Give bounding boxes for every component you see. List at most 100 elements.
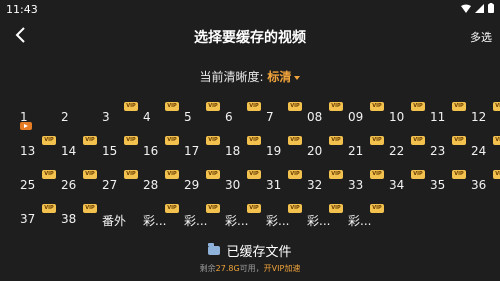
episode-item[interactable]: 彩... VIP bbox=[348, 204, 388, 234]
vip-badge: VIP bbox=[370, 136, 384, 145]
episode-item[interactable]: 彩... VIP bbox=[307, 204, 347, 234]
vip-badge: VIP bbox=[452, 136, 466, 145]
episode-item[interactable]: 彩... VIP bbox=[225, 204, 265, 234]
episode-item[interactable]: 2 bbox=[61, 102, 101, 132]
episode-label: 30 bbox=[225, 178, 241, 192]
vip-badge: VIP bbox=[452, 102, 466, 111]
episode-label: 20 bbox=[307, 144, 323, 158]
episode-label: 29 bbox=[184, 178, 200, 192]
episode-item[interactable]: 26 VIP bbox=[61, 170, 101, 200]
storage-middle: 可用， bbox=[239, 264, 264, 273]
episode-item[interactable]: 38 VIP bbox=[61, 204, 101, 234]
episode-item[interactable]: 17 VIP bbox=[184, 136, 224, 166]
episode-item[interactable]: 29 VIP bbox=[184, 170, 224, 200]
episode-label: 34 bbox=[389, 178, 405, 192]
episode-label: 彩... bbox=[266, 214, 290, 228]
cached-files-button[interactable]: 已缓存文件 bbox=[0, 241, 500, 260]
episode-label: 16 bbox=[143, 144, 159, 158]
vip-badge: VIP bbox=[247, 136, 261, 145]
episode-item[interactable]: 23 VIP bbox=[430, 136, 470, 166]
episode-item[interactable]: 18 VIP bbox=[225, 136, 265, 166]
vip-badge: VIP bbox=[206, 102, 220, 111]
episode-item[interactable]: 25 VIP bbox=[20, 170, 60, 200]
vip-badge: VIP bbox=[329, 170, 343, 179]
episode-item[interactable]: 22 VIP bbox=[389, 136, 429, 166]
vip-badge: VIP bbox=[370, 204, 384, 213]
vip-badge: VIP bbox=[83, 204, 97, 213]
vip-badge: VIP bbox=[165, 136, 179, 145]
vip-badge: VIP bbox=[411, 136, 425, 145]
episode-item[interactable]: 彩... VIP bbox=[266, 204, 306, 234]
episode-item[interactable]: 32 VIP bbox=[307, 170, 347, 200]
vip-badge: VIP bbox=[42, 136, 56, 145]
episode-item[interactable]: 08 VIP bbox=[307, 102, 347, 132]
vip-badge: VIP bbox=[329, 204, 343, 213]
episode-label: 11 bbox=[430, 110, 446, 124]
episode-label: 21 bbox=[348, 144, 364, 158]
episode-item[interactable]: 28 VIP bbox=[143, 170, 183, 200]
vip-badge: VIP bbox=[165, 204, 179, 213]
episode-item[interactable]: 19 VIP bbox=[266, 136, 306, 166]
vip-badge: VIP bbox=[452, 170, 466, 179]
episode-item[interactable]: 16 VIP bbox=[143, 136, 183, 166]
episode-label: 27 bbox=[102, 178, 118, 192]
episode-item[interactable]: 33 VIP bbox=[348, 170, 388, 200]
episode-label: 24 bbox=[471, 144, 487, 158]
vip-badge: VIP bbox=[493, 136, 500, 145]
episode-item[interactable]: 12 VIP bbox=[471, 102, 500, 132]
vip-badge: VIP bbox=[411, 170, 425, 179]
episode-item[interactable]: 24 VIP bbox=[471, 136, 500, 166]
episode-item[interactable]: 35 VIP bbox=[430, 170, 470, 200]
episode-grid: 1 2 3 VIP 4 VIP 5 VIP 6 VIP 7 VIP 08 VIP 09 VIP 10 VIP 11 V… bbox=[0, 0, 500, 281]
episode-item[interactable]: 番外 bbox=[102, 204, 142, 234]
episode-item[interactable]: 13 VIP bbox=[20, 136, 60, 166]
episode-item[interactable]: 27 VIP bbox=[102, 170, 142, 200]
episode-item[interactable]: 4 VIP bbox=[143, 102, 183, 132]
episode-item[interactable]: 3 VIP bbox=[102, 102, 142, 132]
vip-badge: VIP bbox=[206, 204, 220, 213]
now-playing-icon bbox=[20, 122, 32, 130]
vip-badge: VIP bbox=[124, 102, 138, 111]
episode-item[interactable]: 10 VIP bbox=[389, 102, 429, 132]
episode-item[interactable]: 09 VIP bbox=[348, 102, 388, 132]
episode-item[interactable]: 15 VIP bbox=[102, 136, 142, 166]
episode-item[interactable]: 21 VIP bbox=[348, 136, 388, 166]
episode-label: 31 bbox=[266, 178, 282, 192]
episode-item[interactable]: 5 VIP bbox=[184, 102, 224, 132]
vip-badge: VIP bbox=[206, 170, 220, 179]
episode-label: 6 bbox=[225, 110, 233, 124]
episode-item[interactable]: 6 VIP bbox=[225, 102, 265, 132]
episode-label: 14 bbox=[61, 144, 77, 158]
episode-label: 38 bbox=[61, 212, 77, 226]
vip-badge: VIP bbox=[288, 170, 302, 179]
episode-label: 09 bbox=[348, 110, 364, 124]
episode-item[interactable]: 11 VIP bbox=[430, 102, 470, 132]
episode-item[interactable]: 彩... VIP bbox=[184, 204, 224, 234]
vip-badge: VIP bbox=[493, 170, 500, 179]
vip-badge: VIP bbox=[206, 136, 220, 145]
cached-files-label: 已缓存文件 bbox=[226, 245, 292, 260]
vip-badge: VIP bbox=[370, 102, 384, 111]
episode-label: 彩... bbox=[184, 214, 208, 228]
vip-badge: VIP bbox=[247, 102, 261, 111]
episode-label: 19 bbox=[266, 144, 282, 158]
episode-item[interactable]: 彩... VIP bbox=[143, 204, 183, 234]
episode-item[interactable]: 34 VIP bbox=[389, 170, 429, 200]
episode-item[interactable]: 37 VIP bbox=[20, 204, 60, 234]
vip-accelerate-link[interactable]: 开VIP加速 bbox=[264, 264, 301, 273]
episode-item[interactable]: 14 VIP bbox=[61, 136, 101, 166]
episode-item[interactable]: 20 VIP bbox=[307, 136, 347, 166]
episode-item[interactable]: 31 VIP bbox=[266, 170, 306, 200]
episode-label: 彩... bbox=[307, 214, 331, 228]
vip-badge: VIP bbox=[329, 102, 343, 111]
episode-item[interactable]: 30 VIP bbox=[225, 170, 265, 200]
vip-badge: VIP bbox=[288, 102, 302, 111]
vip-badge: VIP bbox=[411, 102, 425, 111]
episode-label: 35 bbox=[430, 178, 446, 192]
episode-item[interactable]: 7 VIP bbox=[266, 102, 306, 132]
episode-item[interactable]: 1 bbox=[20, 102, 60, 132]
episode-item[interactable]: 36 VIP bbox=[471, 170, 500, 200]
episode-label: 彩... bbox=[348, 214, 372, 228]
vip-badge: VIP bbox=[83, 170, 97, 179]
episode-label: 7 bbox=[266, 110, 274, 124]
